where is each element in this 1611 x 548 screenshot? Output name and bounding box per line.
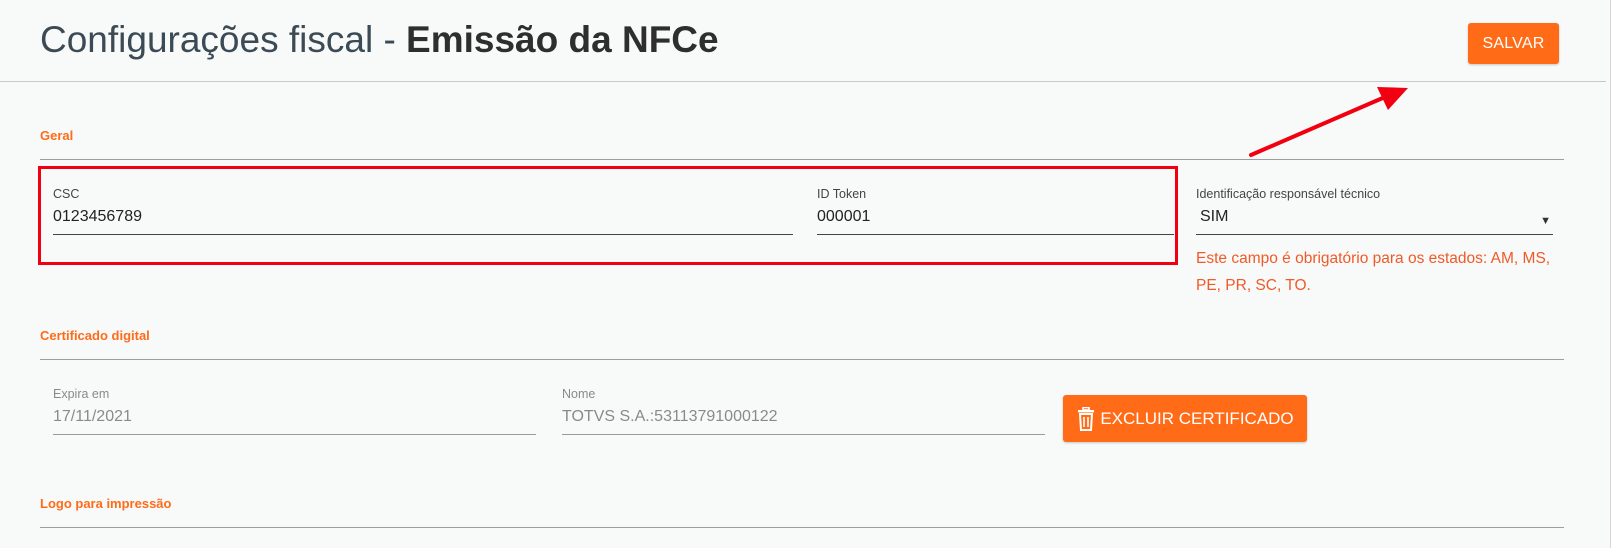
certificate-name-value: TOTVS S.A.:53113791000122: [562, 406, 1045, 435]
certificate-name-field: Nome TOTVS S.A.:53113791000122: [562, 387, 1045, 435]
trash-icon: [1078, 406, 1095, 431]
responsible-hint: Este campo é obrigatório para os estados…: [1196, 250, 1551, 294]
page-title-main: Emissão da NFCe: [406, 19, 719, 60]
section-title-certificate: Certificado digital: [40, 328, 150, 343]
id-token-input[interactable]: 000001: [817, 206, 1174, 235]
csc-label: CSC: [53, 187, 80, 201]
id-token-field[interactable]: ID Token 000001: [817, 187, 1174, 235]
page-header: Configurações fiscal - Emissão da NFCe S…: [0, 0, 1606, 82]
page-title-prefix: Configurações fiscal -: [40, 19, 407, 60]
expires-field: Expira em 17/11/2021: [53, 387, 536, 435]
page-title: Configurações fiscal - Emissão da NFCe: [40, 18, 719, 62]
responsible-label: Identificação responsável técnico: [1196, 187, 1381, 201]
section-divider-logo: [40, 527, 1564, 528]
delete-certificate-label: EXCLUIR CERTIFICADO: [1100, 408, 1294, 428]
csc-input[interactable]: 0123456789: [53, 206, 793, 235]
responsible-select-value: SIM: [1200, 208, 1229, 225]
certificate-name-label: Nome: [562, 387, 596, 401]
responsible-select[interactable]: SIM ▼: [1196, 206, 1553, 235]
section-title-logo: Logo para impressão: [40, 496, 172, 511]
page: Configurações fiscal - Emissão da NFCe S…: [0, 0, 1611, 548]
section-divider-certificate: [40, 359, 1564, 360]
save-button[interactable]: SALVAR: [1468, 23, 1559, 64]
csc-field[interactable]: CSC 0123456789: [53, 187, 793, 235]
delete-certificate-button[interactable]: EXCLUIR CERTIFICADO: [1063, 395, 1307, 442]
responsible-select-field[interactable]: Identificação responsável técnico SIM ▼: [1196, 187, 1553, 235]
section-divider-general: [40, 159, 1564, 160]
caret-down-icon: ▼: [1540, 215, 1551, 227]
expires-value: 17/11/2021: [53, 406, 536, 435]
annotation-arrow: [1249, 87, 1408, 157]
expires-label: Expira em: [53, 387, 110, 401]
section-title-general: Geral: [40, 128, 74, 143]
id-token-label: ID Token: [817, 187, 867, 201]
